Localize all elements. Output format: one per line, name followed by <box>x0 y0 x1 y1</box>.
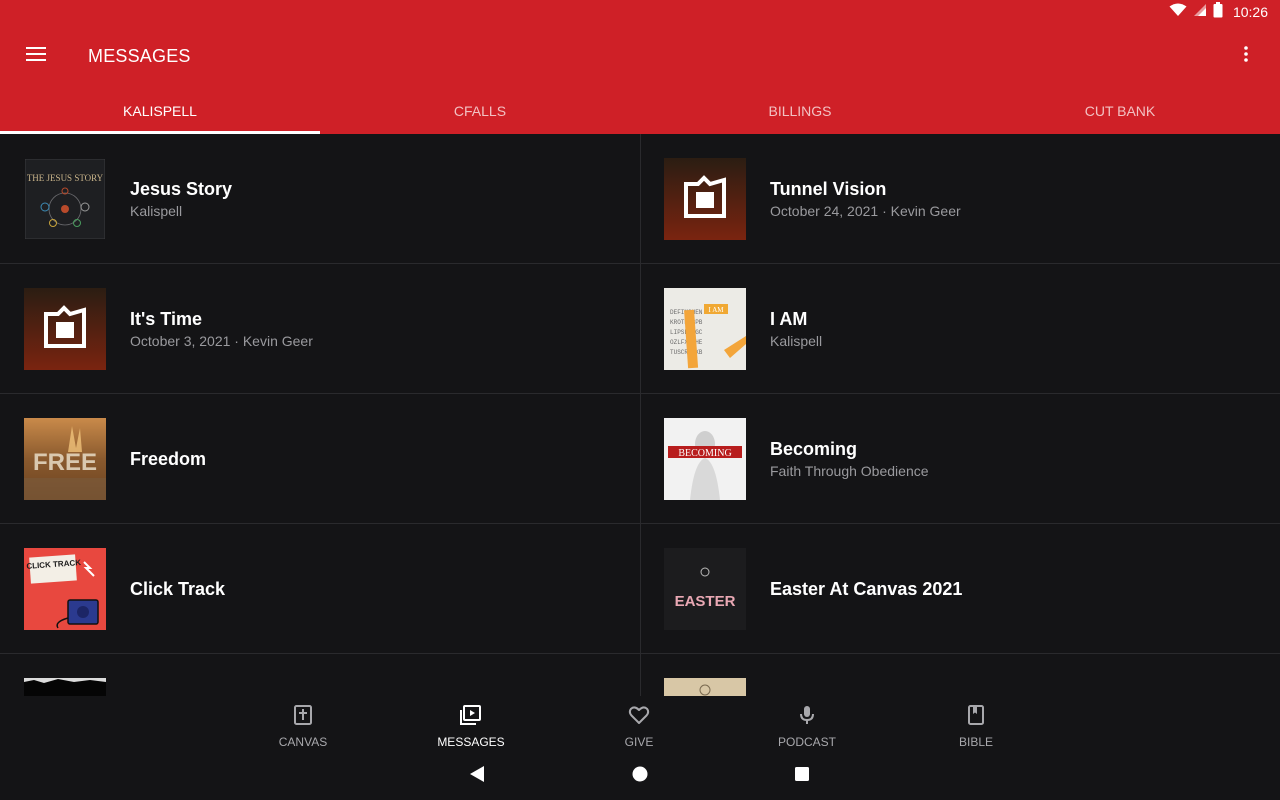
nav-label: BIBLE <box>958 735 994 749</box>
message-text: Jesus Story Kalispell <box>130 134 232 264</box>
nav-label: CANVAS <box>278 735 328 749</box>
message-subtitle: Kalispell <box>770 333 823 349</box>
tab-label: CUT BANK <box>1084 103 1156 119</box>
tab-label: KALISPELL <box>123 103 197 119</box>
message-text: Easter At Canvas 2021 <box>770 524 962 654</box>
message-text: It's Time October 3, 2021 · Kevin Geer <box>130 264 313 394</box>
cross-book-icon <box>292 704 314 731</box>
canvas-logo-artwork <box>24 288 106 370</box>
back-triangle-icon <box>469 765 485 788</box>
status-time: 10:26 <box>1232 4 1268 20</box>
heart-icon <box>628 704 650 731</box>
system-navigation-bar <box>0 752 1280 800</box>
message-item-i-am[interactable]: DEFIMGHEN KROTRLBPB LIPSLUMGC OZLFXOTHE … <box>640 264 1280 394</box>
message-subtitle: Kalispell <box>130 203 183 219</box>
messages-grid: THE JESUS STORY Jesus Story Kalispell Tu… <box>0 134 1280 696</box>
freedom-art-text: FREE <box>33 449 97 476</box>
message-subtitle: October 3, 2021 · Kevin Geer <box>130 333 313 349</box>
more-options-button[interactable] <box>1228 40 1264 72</box>
message-item-easter[interactable]: EASTER Easter At Canvas 2021 <box>640 524 1280 654</box>
message-subtitle: October 24, 2021 · Kevin Geer <box>770 203 961 219</box>
tab-billings[interactable]: BILLINGS <box>640 88 960 134</box>
message-item-jesus-story[interactable]: THE JESUS STORY Jesus Story Kalispell <box>0 134 640 264</box>
easter-artwork: EASTER <box>664 548 746 630</box>
message-text: Tunnel Vision October 24, 2021 · Kevin G… <box>770 134 961 264</box>
message-title: Tunnel Vision <box>770 179 887 199</box>
message-item-tunnel-vision[interactable]: Tunnel Vision October 24, 2021 · Kevin G… <box>640 134 1280 264</box>
message-text: Click Track <box>130 524 225 654</box>
page-title: MESSAGES <box>88 46 191 66</box>
book-icon <box>965 704 987 731</box>
i-am-artwork: DEFIMGHEN KROTRLBPB LIPSLUMGC OZLFXOTHE … <box>664 288 746 370</box>
nav-messages[interactable]: MESSAGES <box>411 704 531 749</box>
freedom-artwork: FREE <box>24 418 106 500</box>
easter-art-text: EASTER <box>675 593 736 610</box>
app-screen: 10:26 MESSAGES KALISPELL CFALLS BILLINGS… <box>0 0 1280 800</box>
back-button[interactable] <box>465 764 489 788</box>
jesus-story-art-text: THE JESUS STORY <box>27 173 104 183</box>
location-tabs: KALISPELL CFALLS BILLINGS CUT BANK <box>0 88 1280 134</box>
recents-button[interactable] <box>790 764 814 788</box>
message-text: I AM Kalispell <box>770 264 822 394</box>
message-title: Freedom <box>130 449 207 469</box>
video-library-icon <box>459 704 483 731</box>
partial-artwork <box>24 678 106 696</box>
tab-label: CFALLS <box>453 103 507 119</box>
more-vert-icon <box>1244 45 1248 67</box>
column-divider <box>640 134 641 696</box>
bottom-navigation: CANVAS MESSAGES GIVE PODCAST BIBLE <box>0 696 1280 752</box>
message-title: Jesus Story <box>130 179 233 199</box>
hamburger-menu-icon <box>26 46 46 67</box>
becoming-art-text: BECOMING <box>678 448 731 459</box>
message-title: Click Track <box>130 579 226 599</box>
microphone-icon <box>796 704 818 731</box>
message-title: I AM <box>770 309 808 329</box>
battery-icon <box>1213 1 1223 23</box>
home-button[interactable] <box>628 764 652 788</box>
status-icons: 10:26 <box>1169 1 1268 23</box>
recents-square-icon <box>794 766 810 787</box>
nav-give[interactable]: GIVE <box>579 704 699 749</box>
click-track-artwork: CLICK TRACK <box>24 548 106 630</box>
message-item-freedom[interactable]: FREE Freedom <box>0 394 640 524</box>
i-am-art-text: I AM <box>709 306 725 314</box>
nav-bible[interactable]: BIBLE <box>916 704 1036 749</box>
message-text: Becoming Faith Through Obedience <box>770 394 929 524</box>
menu-button[interactable] <box>16 40 56 72</box>
nav-canvas[interactable]: CANVAS <box>243 704 363 749</box>
jesus-story-artwork: THE JESUS STORY <box>25 159 105 239</box>
message-item-becoming[interactable]: BECOMING Becoming Faith Through Obedienc… <box>640 394 1280 524</box>
home-circle-icon <box>631 765 649 788</box>
nav-label: PODCAST <box>777 735 836 749</box>
tab-cfalls[interactable]: CFALLS <box>320 88 640 134</box>
nav-label: GIVE <box>624 735 654 749</box>
message-item-click-track[interactable]: CLICK TRACK Click Track <box>0 524 640 654</box>
canvas-logo-artwork <box>664 158 746 240</box>
message-text: Freedom <box>130 394 206 524</box>
partial-artwork <box>664 678 746 696</box>
cell-signal-icon <box>1193 3 1207 22</box>
status-bar: 10:26 <box>0 0 1280 24</box>
tab-kalispell[interactable]: KALISPELL <box>0 88 320 134</box>
tab-label: BILLINGS <box>768 103 832 119</box>
message-title: Becoming <box>770 439 858 459</box>
message-title: Easter At Canvas 2021 <box>770 579 963 599</box>
message-item-its-time[interactable]: It's Time October 3, 2021 · Kevin Geer <box>0 264 640 394</box>
app-bar: MESSAGES KALISPELL CFALLS BILLINGS CUT B… <box>0 24 1280 134</box>
nav-podcast[interactable]: PODCAST <box>747 704 867 749</box>
message-item-partial[interactable] <box>0 654 640 696</box>
tab-cut-bank[interactable]: CUT BANK <box>960 88 1280 134</box>
wifi-icon <box>1169 3 1187 22</box>
message-subtitle: Faith Through Obedience <box>770 463 929 479</box>
message-title: It's Time <box>130 309 202 329</box>
becoming-artwork: BECOMING <box>664 418 746 500</box>
message-item-partial[interactable] <box>640 654 1280 696</box>
nav-label: MESSAGES <box>437 735 505 749</box>
svg-text:TUSCRNMXB: TUSCRNMXB <box>670 349 703 356</box>
